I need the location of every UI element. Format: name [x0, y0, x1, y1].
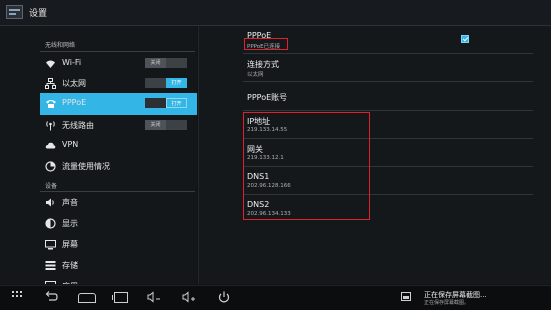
storage-icon	[45, 260, 56, 271]
sidebar-item-label: 流量使用情况	[62, 162, 110, 171]
screenshot-icon[interactable]	[401, 292, 411, 301]
sidebar-item-label: 存储	[62, 261, 78, 270]
row-divider	[243, 110, 533, 111]
wifi-icon	[45, 58, 56, 69]
sidebar-item-pppoe[interactable]: PPPoE 打开	[40, 93, 197, 115]
sidebar-item-label: 无线路由	[62, 121, 94, 130]
connection-type-value: 以太网	[247, 72, 264, 78]
hotspot-toggle[interactable]: 关闭	[145, 120, 187, 130]
ethernet-icon	[45, 78, 56, 89]
pppoe-detail-pane: PPPoE PPPoE已连接 连接方式 以太网 PPPoE账号 IP地址 219…	[199, 26, 551, 284]
row-divider	[243, 53, 533, 54]
pppoe-toggle[interactable]: 打开	[145, 98, 187, 108]
cloud-icon	[45, 140, 56, 151]
apps-icon	[45, 281, 56, 284]
app-title: 设置	[29, 9, 48, 19]
hotspot-icon	[45, 120, 56, 131]
highlight-box-status	[244, 38, 288, 50]
sidebar-item-label: 声音	[62, 198, 78, 207]
recent-apps-icon[interactable]	[112, 292, 128, 303]
sidebar-item-vpn[interactable]: VPN	[40, 135, 197, 156]
home-icon[interactable]	[78, 293, 96, 303]
sidebar-item-screen[interactable]: 屏幕	[40, 234, 197, 255]
sidebar-item-data-usage[interactable]: 流量使用情况	[40, 156, 197, 177]
ethernet-toggle[interactable]: 打开	[145, 78, 187, 88]
settings-app-icon[interactable]	[6, 5, 23, 19]
sidebar-item-label: 显示	[62, 219, 78, 228]
sidebar-item-label: PPPoE	[62, 98, 87, 107]
section-divider	[40, 51, 195, 52]
sidebar-item-apps[interactable]: 应用	[40, 276, 197, 284]
settings-sidebar: 无线和网络 Wi-Fi 关闭 以太网 打开 PPPoE 打开 无线路由 关闭 V…	[0, 26, 197, 284]
notification-subtitle: 正在保存屏幕截图。	[424, 300, 470, 306]
connection-type-title: 连接方式	[247, 60, 279, 69]
section-header-device: 设备	[45, 183, 58, 190]
volume-up-icon[interactable]	[181, 290, 197, 304]
toggle-label: 关闭	[145, 120, 166, 130]
sidebar-item-wifi[interactable]: Wi-Fi 关闭	[40, 53, 197, 74]
action-bar: 设置	[0, 0, 551, 26]
toggle-label: 关闭	[145, 58, 166, 68]
sidebar-item-label: 应用	[62, 281, 78, 284]
section-header-wireless: 无线和网络	[45, 42, 76, 49]
row-divider	[243, 81, 533, 82]
screen-icon	[45, 239, 56, 250]
sidebar-item-display[interactable]: 显示	[40, 213, 197, 234]
wifi-toggle[interactable]: 关闭	[145, 58, 187, 68]
speaker-icon	[45, 197, 56, 208]
sidebar-item-label: Wi-Fi	[62, 58, 82, 67]
sidebar-item-ethernet[interactable]: 以太网 打开	[40, 73, 197, 94]
pppoe-checkbox[interactable]	[461, 35, 469, 43]
volume-down-icon[interactable]	[146, 290, 162, 304]
sidebar-item-hotspot[interactable]: 无线路由 关闭	[40, 115, 197, 136]
data-usage-icon	[45, 161, 56, 172]
toggle-label: 打开	[166, 98, 187, 108]
sidebar-item-label: VPN	[62, 140, 79, 149]
sidebar-item-label: 以太网	[62, 79, 86, 88]
sidebar-item-label: 屏幕	[62, 240, 78, 249]
pppoe-account-item[interactable]: PPPoE账号	[247, 92, 287, 103]
highlight-box-network-info	[243, 112, 370, 220]
phone-icon	[45, 98, 56, 109]
power-icon[interactable]	[216, 290, 232, 304]
sidebar-item-storage[interactable]: 存储	[40, 255, 197, 276]
back-icon[interactable]	[43, 290, 59, 304]
sidebar-item-sound[interactable]: 声音	[40, 192, 197, 213]
toggle-label: 打开	[166, 78, 187, 88]
apps-grid-icon[interactable]	[12, 291, 22, 301]
display-icon	[45, 218, 56, 229]
system-navigation-bar: 正在保存屏幕截图... 正在保存屏幕截图。	[0, 285, 551, 310]
